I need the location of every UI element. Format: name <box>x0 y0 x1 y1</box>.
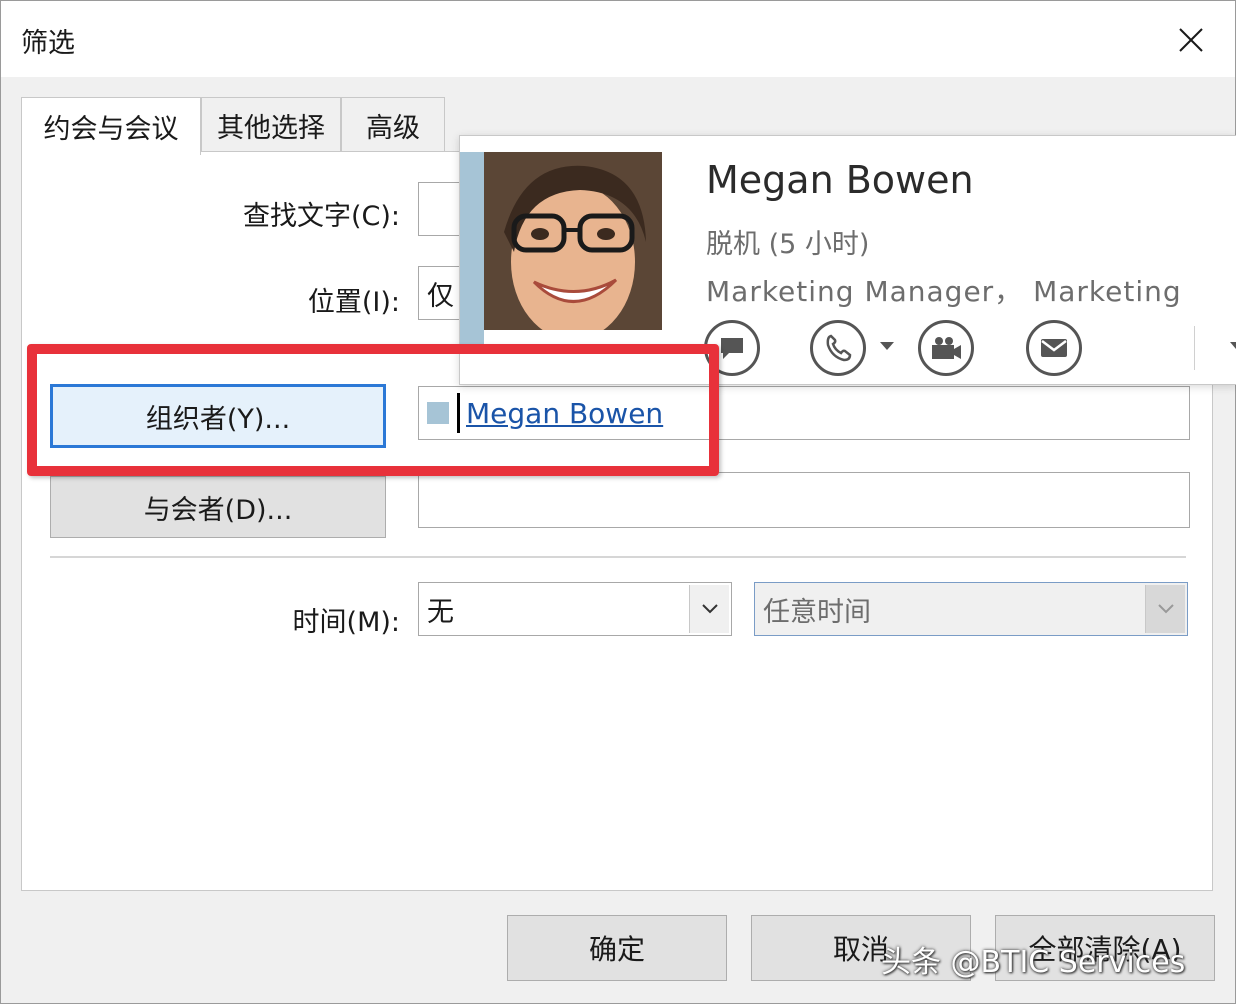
card-divider <box>1194 326 1195 370</box>
time-range-value: 任意时间 <box>763 596 871 628</box>
organizer-input[interactable]: Megan Bowen <box>418 386 1190 440</box>
watermark: 头条 @BTIC Services <box>881 945 1186 980</box>
title-bar: 筛选 <box>1 1 1235 77</box>
organizer-entry: Megan Bowen <box>427 393 663 433</box>
chat-button[interactable] <box>704 320 760 376</box>
separator <box>50 556 1186 558</box>
presence-indicator <box>427 402 449 424</box>
chevron-down-icon[interactable] <box>689 585 729 633</box>
time-select-value: 无 <box>427 596 454 628</box>
avatar <box>484 152 662 330</box>
location-label: 位置(I): <box>307 287 400 318</box>
time-label: 时间(M): <box>292 607 400 638</box>
phone-icon <box>826 334 852 362</box>
tab-appointments[interactable]: 约会与会议 <box>21 97 201 155</box>
text-cursor-icon <box>457 393 460 433</box>
close-button[interactable] <box>1161 15 1221 65</box>
contact-name: Megan Bowen <box>706 158 974 202</box>
tab-advanced[interactable]: 高级 <box>341 97 445 153</box>
dialog-title: 筛选 <box>21 28 75 59</box>
search-text-label: 查找文字(C): <box>242 201 400 232</box>
close-icon <box>1179 28 1203 52</box>
phone-caret-icon[interactable] <box>880 342 894 350</box>
video-icon <box>932 337 961 359</box>
ok-button[interactable]: 确定 <box>507 915 727 981</box>
more-caret-icon[interactable] <box>1230 342 1236 349</box>
contact-card: Megan Bowen 脱机 (5 小时) Marketing Manager，… <box>459 135 1236 385</box>
attendees-input[interactable] <box>418 472 1190 528</box>
filter-dialog: 筛选 约会与会议 其他选择 高级 查找文字(C): 位置(I): 仅 组织者(Y… <box>0 0 1236 1004</box>
chevron-down-icon <box>1145 585 1185 633</box>
contact-status: 脱机 (5 小时) <box>706 229 870 260</box>
tab-more-choices[interactable]: 其他选择 <box>201 97 341 153</box>
time-range-select: 任意时间 <box>754 582 1188 636</box>
avatar-portrait <box>484 152 662 330</box>
mail-icon <box>1041 339 1067 357</box>
attendees-button[interactable]: 与会者(D)... <box>50 476 386 538</box>
organizer-name-link[interactable]: Megan Bowen <box>466 397 663 430</box>
phone-button[interactable] <box>810 320 866 376</box>
mail-button[interactable] <box>1026 320 1082 376</box>
chat-icon <box>721 338 743 359</box>
presence-bar <box>460 152 484 350</box>
contact-job-title: Marketing Manager， Marketing <box>706 275 1182 308</box>
video-button[interactable] <box>918 320 974 376</box>
organizer-button[interactable]: 组织者(Y)... <box>50 384 386 448</box>
time-select[interactable]: 无 <box>418 582 732 636</box>
